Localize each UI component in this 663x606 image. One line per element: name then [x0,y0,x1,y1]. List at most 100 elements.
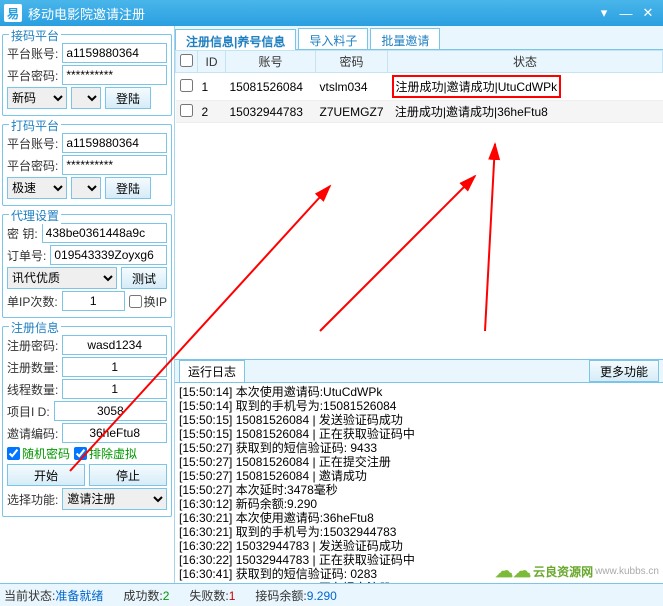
start-button[interactable]: 开始 [7,464,85,486]
minimize-icon[interactable]: — [615,4,637,22]
group-proxy: 代理设置 密 钥: 订单号: 讯代优质 测试 单IP次数: 换IP [2,214,172,318]
tab-import[interactable]: 导入料子 [298,28,368,49]
tabs: 注册信息|养号信息 导入料子 批量邀请 [175,26,663,50]
recv-provider-select2[interactable] [71,87,101,109]
dial-acct-input[interactable] [62,133,167,153]
cell-status: 注册成功|邀请成功|UtuCdWPk [388,73,663,101]
cell-seq: 2 [198,101,226,123]
log-line: [15:50:15] 15081526084 | 发送验证码成功 [179,413,659,427]
tab-batch-invite[interactable]: 批量邀请 [370,28,440,49]
reg-code-input[interactable] [62,423,167,443]
reg-proj-label: 项目I D: [7,403,50,420]
log-line: [16:30:22] 15032944783 | 发送验证码成功 [179,539,659,553]
group-title: 注册信息 [9,319,61,336]
group-recv-platform: 接码平台 平台账号: 平台密码: 新码 登陆 [2,34,172,116]
dial-pwd-input[interactable] [62,155,167,175]
dial-provider-select[interactable]: 极速 [7,177,67,199]
statusbar: 当前状态:准备就绪 成功数:2 失败数:1 接码余额:9.290 [0,583,663,606]
cell-account: 15081526084 [226,73,316,101]
reg-cnt-input[interactable] [62,357,167,377]
window-title: 移动电影院邀请注册 [28,4,593,23]
success-label: 成功数: [123,589,162,603]
recv-provider-select[interactable]: 新码 [7,87,67,109]
group-title: 打码平台 [9,117,61,134]
cell-account: 15032944783 [226,101,316,123]
log-line: [15:50:27] 15081526084 | 邀请成功 [179,469,659,483]
ip-count-input[interactable] [62,291,125,311]
more-functions-button[interactable]: 更多功能 [589,360,659,382]
group-title: 接码平台 [9,27,61,44]
row-check[interactable] [180,104,193,117]
table-row[interactable]: 2 15032944783 Z7UEMGZ7 注册成功|邀请成功|36heFtu… [176,101,663,123]
recv-pwd-label: 平台密码: [7,67,58,84]
swap-ip-check[interactable]: 换IP [129,293,167,310]
brand-watermark: ☁☁ 云良资源网 www.kubbs.cn [495,561,659,582]
fail-label: 失败数: [189,589,228,603]
rand-pwd-check[interactable]: 随机密码 [7,445,70,462]
titlebar: 易 移动电影院邀请注册 ▾ — ✕ [0,0,663,26]
log-line: [15:50:27] 获取到的短信验证码: 9433 [179,441,659,455]
proxy-provider-select[interactable]: 讯代优质 [7,267,117,289]
dial-login-button[interactable]: 登陆 [105,177,151,199]
log-line: [15:50:14] 取到的手机号为:15081526084 [179,399,659,413]
reg-pwd-input[interactable] [62,335,167,355]
dial-provider-select2[interactable] [71,177,101,199]
log-line: [15:50:14] 本次使用邀请码:UtuCdWPk [179,385,659,399]
cell-password: Z7UEMGZ7 [316,101,388,123]
ip-count-label: 单IP次数: [7,293,58,310]
log-header: 运行日志 更多功能 [175,359,663,383]
reg-pwd-label: 注册密码: [7,337,58,354]
cell-seq: 1 [198,73,226,101]
brand-name: 云良资源网 [533,563,593,580]
reg-thread-label: 线程数量: [7,381,58,398]
close-icon[interactable]: ✕ [637,4,659,22]
row-check[interactable] [180,79,193,92]
accounts-table: ID 账号 密码 状态 1 15081526084 vtslm034 注册成功|… [175,50,663,123]
log-line: [15:50:27] 本次延时:3478毫秒 [179,483,659,497]
log-line: [15:50:15] 15081526084 | 正在获取验证码中 [179,427,659,441]
log-line: [16:30:12] 新码余额:9.290 [179,497,659,511]
col-check[interactable] [176,51,198,73]
state-value: 准备就绪 [55,589,103,603]
exclude-virtual-check[interactable]: 排除虚拟 [74,445,137,462]
reg-proj-input[interactable] [54,401,167,421]
stop-button[interactable]: 停止 [89,464,167,486]
state-label: 当前状态: [4,589,55,603]
app-icon: 易 [4,4,22,22]
tab-register-info[interactable]: 注册信息|养号信息 [175,29,296,50]
recv-acct-label: 平台账号: [7,45,58,62]
right-panel: 注册信息|养号信息 导入料子 批量邀请 ID 账号 密码 状态 1 150815… [175,26,663,583]
balance-value: 9.290 [307,589,337,603]
log-line: [16:30:21] 本次使用邀请码:36heFtu8 [179,511,659,525]
table-area: ID 账号 密码 状态 1 15081526084 vtslm034 注册成功|… [175,50,663,359]
table-row[interactable]: 1 15081526084 vtslm034 注册成功|邀请成功|UtuCdWP… [176,73,663,101]
sel-func-select[interactable]: 邀请注册 [62,488,167,510]
left-panel: 接码平台 平台账号: 平台密码: 新码 登陆 打码平台 平台账号: 平台密码: … [0,26,175,583]
log-body[interactable]: [15:50:14] 本次使用邀请码:UtuCdWPk[15:50:14] 取到… [175,383,663,583]
group-title: 代理设置 [9,207,61,224]
cell-status: 注册成功|邀请成功|36heFtu8 [388,101,663,123]
proxy-test-button[interactable]: 测试 [121,267,167,289]
log-line: [15:50:27] 15081526084 | 正在提交注册 [179,455,659,469]
recv-pwd-input[interactable] [62,65,167,85]
col-status: 状态 [388,51,663,73]
sel-func-label: 选择功能: [7,491,58,508]
col-account: 账号 [226,51,316,73]
cell-password: vtslm034 [316,73,388,101]
dial-acct-label: 平台账号: [7,135,58,152]
col-password: 密码 [316,51,388,73]
col-id: ID [198,51,226,73]
proxy-key-label: 密 钥: [7,225,38,242]
proxy-order-label: 订单号: [7,247,46,264]
recv-login-button[interactable]: 登陆 [105,87,151,109]
tab-runlog[interactable]: 运行日志 [179,360,245,383]
help-icon[interactable]: ▾ [593,4,615,22]
reg-code-label: 邀请编码: [7,425,58,442]
reg-thread-input[interactable] [62,379,167,399]
recv-acct-input[interactable] [62,43,167,63]
proxy-order-input[interactable] [50,245,167,265]
proxy-key-input[interactable] [42,223,167,243]
group-dial-platform: 打码平台 平台账号: 平台密码: 极速 登陆 [2,124,172,206]
fail-value: 1 [229,589,236,603]
balance-label: 接码余额: [255,589,306,603]
